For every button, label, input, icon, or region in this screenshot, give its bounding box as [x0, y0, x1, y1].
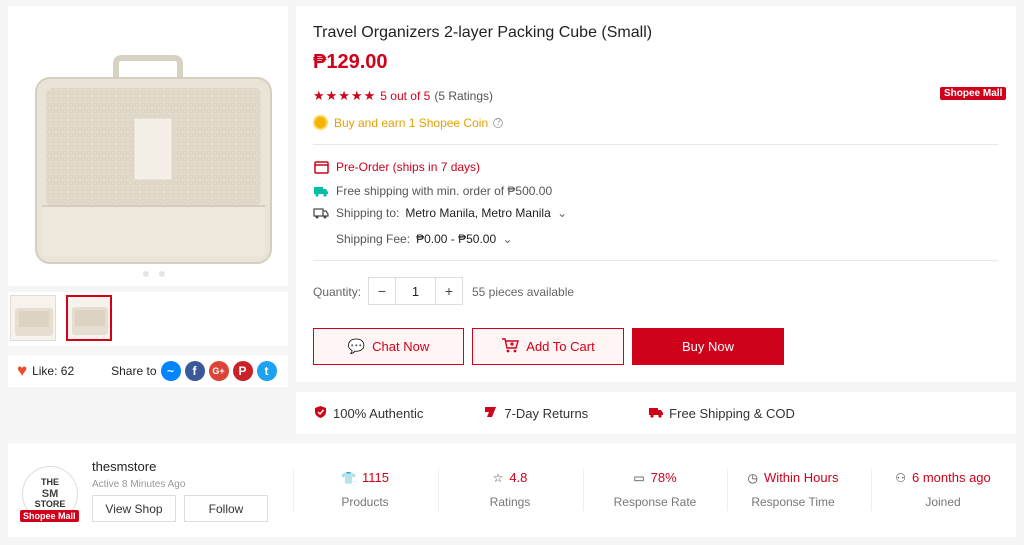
quantity-stepper: − 1 + [368, 277, 463, 305]
buy-now-button[interactable]: Buy Now [632, 328, 784, 365]
messenger-icon[interactable]: ~ [160, 361, 181, 381]
preorder-text: Pre-Order (ships in 7 days) [336, 160, 481, 174]
quantity-input[interactable]: 1 [395, 278, 436, 304]
shipping-fee-value: ₱0.00 - ₱50.00 [416, 232, 497, 246]
google-plus-icon[interactable]: G+ [208, 361, 229, 381]
stat-response-rate: ▭ 78% Response Rate [585, 470, 725, 509]
divider [871, 469, 872, 511]
chat-bubble-icon: ▭ [633, 470, 645, 485]
quantity-increase-button[interactable]: + [436, 278, 462, 304]
shipping-fee-label: Shipping Fee: [336, 232, 411, 246]
facebook-icon[interactable]: f [184, 361, 205, 381]
stat-joined: ⚇ 6 months ago Joined [873, 470, 1013, 509]
heart-icon[interactable]: ♥ [17, 361, 27, 381]
shirt-icon: 👕 [341, 470, 356, 485]
chat-now-label: Chat Now [372, 339, 430, 354]
stat-products: 👕 1115 Products [295, 470, 435, 509]
divider [313, 144, 998, 145]
truck-fast-icon [313, 184, 329, 198]
products-value: 1115 [361, 470, 389, 485]
guarantee-bar: 100% Authentic 7-Day Returns Free Shippi… [296, 392, 1016, 434]
like-share-row: ♥ Like: 62 Share to ~ f G+ P t [8, 355, 288, 387]
divider [438, 469, 439, 511]
free-shipping-text: Free shipping with min. order of ₱500.00 [336, 184, 553, 198]
ratings-value: 4.8 [509, 470, 528, 485]
add-to-cart-button[interactable]: Add To Cart [472, 328, 624, 365]
shop-mall-badge: Shopee Mall [20, 510, 79, 522]
ratings-label: Ratings [489, 495, 531, 509]
shipping-cod-item: Free Shipping & COD [648, 406, 795, 421]
chevron-down-icon: ⌄ [502, 232, 513, 246]
stat-response-time: ◷ Within Hours Response Time [723, 470, 863, 509]
response-time-value: Within Hours [764, 470, 839, 485]
shop-active-status: Active 8 Minutes Ago [92, 479, 186, 490]
authentic-text: 100% Authentic [333, 405, 424, 421]
cart-icon [501, 337, 520, 356]
product-rating: ★★★★★ 5 out of 5 (5 Ratings) [313, 88, 493, 104]
like-count: Like: 62 [32, 364, 75, 378]
stat-ratings: ☆ 4.8 Ratings [440, 470, 580, 509]
user-icon: ⚇ [895, 470, 906, 485]
chevron-down-icon: ⌄ [557, 206, 568, 220]
star-icon: ☆ [492, 470, 504, 485]
shop-name[interactable]: thesmstore [92, 459, 156, 474]
follow-button[interactable]: Follow [184, 495, 268, 522]
shop-logo-line3: STORE [34, 499, 66, 510]
clock-icon: ◷ [747, 470, 759, 485]
response-rate-value: 78% [650, 470, 677, 485]
returns-item: 7-Day Returns [483, 405, 588, 422]
pinterest-icon[interactable]: P [232, 361, 253, 381]
divider [583, 469, 584, 511]
shipping-to-label: Shipping to: [336, 206, 400, 220]
chat-icon: 💬 [347, 338, 366, 354]
quantity-label: Quantity: [313, 285, 362, 299]
twitter-icon[interactable]: t [256, 361, 277, 381]
response-time-label: Response Time [751, 495, 835, 509]
shipping-location-select[interactable]: Metro Manila, Metro Manila ⌄ [405, 206, 567, 220]
coin-text: Buy and earn 1 Shopee Coin [334, 115, 489, 130]
shipping-to-row: Shipping to: Metro Manila, Metro Manila … [313, 206, 567, 220]
shopee-mall-badge: Shopee Mall [940, 87, 1007, 100]
product-main-image[interactable] [8, 6, 288, 286]
free-shipping-row: Free shipping with min. order of ₱500.00 [313, 184, 552, 198]
calendar-icon [313, 160, 329, 174]
shipping-location: Metro Manila, Metro Manila [405, 206, 551, 220]
response-rate-label: Response Rate [613, 495, 697, 509]
shipping-fee-select[interactable]: ₱0.00 - ₱50.00 ⌄ [416, 232, 512, 246]
shop-logo-line1: THE [41, 477, 59, 488]
divider [313, 260, 998, 261]
stock-available: 55 pieces available [472, 285, 575, 299]
return-icon [483, 405, 498, 422]
star-rating-icon: ★★★★★ [313, 88, 377, 103]
shield-check-icon [314, 405, 327, 422]
joined-label: Joined [925, 495, 961, 509]
preorder-row: Pre-Order (ships in 7 days) [313, 160, 480, 174]
coin-reward: Buy and earn 1 Shopee Coin ? [313, 115, 504, 130]
help-icon[interactable]: ? [493, 117, 504, 128]
thumbnail-strip [8, 292, 288, 346]
shipping-fee-row: Shipping Fee: ₱0.00 - ₱50.00 ⌄ [336, 232, 513, 246]
quantity-decrease-button[interactable]: − [369, 278, 395, 304]
joined-value: 6 months ago [911, 470, 991, 485]
products-label: Products [341, 495, 389, 509]
ratings-count[interactable]: (5 Ratings) [434, 89, 493, 103]
rating-text: 5 out of 5 [380, 89, 431, 103]
truck-icon [648, 406, 664, 421]
returns-text: 7-Day Returns [504, 405, 589, 421]
authentic-item: 100% Authentic [314, 405, 423, 422]
shipping-cod-text: Free Shipping & COD [669, 405, 795, 421]
share-label: Share to [111, 364, 157, 378]
thumbnail-2[interactable] [66, 295, 112, 341]
product-price: ₱129.00 [313, 51, 388, 73]
divider [293, 469, 294, 511]
coin-icon [313, 115, 328, 130]
truck-icon [313, 206, 329, 220]
product-title: Travel Organizers 2-layer Packing Cube (… [313, 24, 653, 41]
chat-now-button[interactable]: 💬 Chat Now [313, 328, 464, 365]
add-to-cart-label: Add To Cart [526, 339, 595, 354]
view-shop-button[interactable]: View Shop [92, 495, 176, 522]
thumbnail-1[interactable] [10, 295, 56, 341]
